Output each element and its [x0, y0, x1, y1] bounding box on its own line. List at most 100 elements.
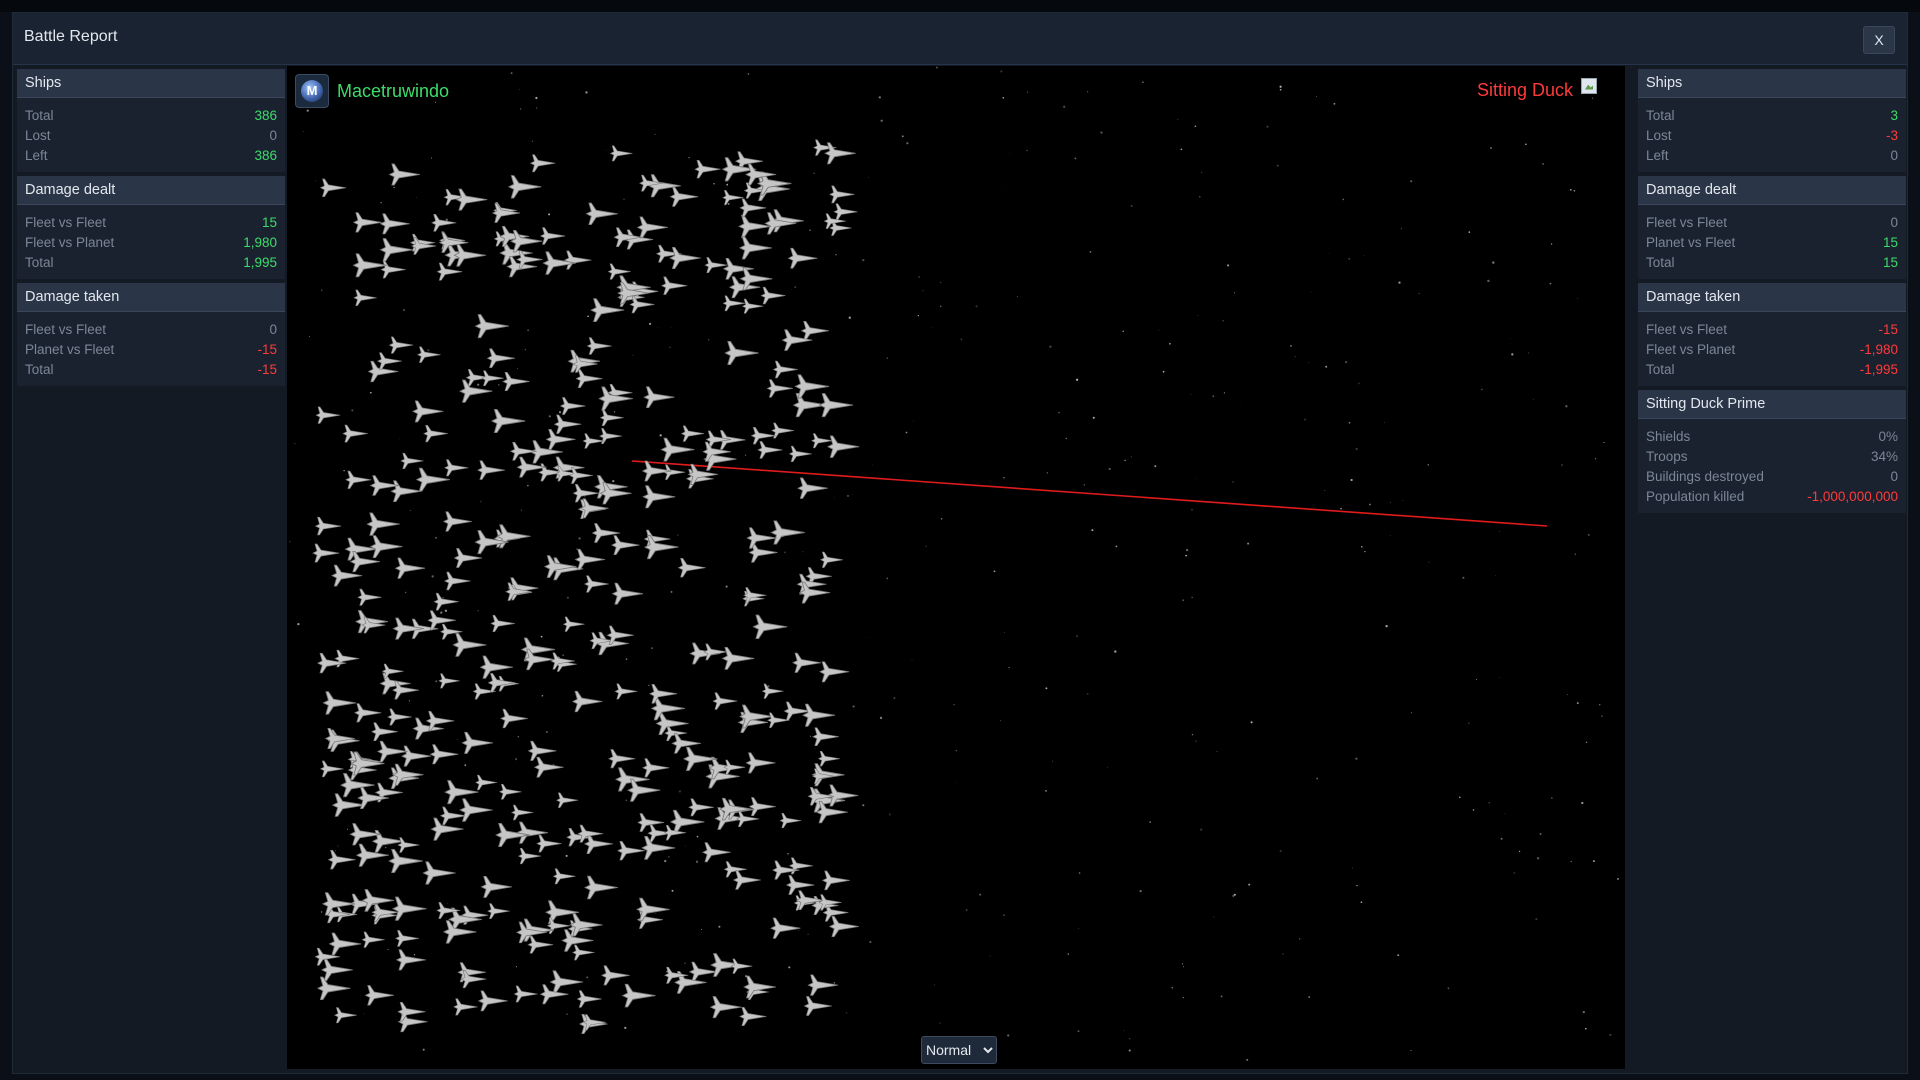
ship-icon [553, 868, 576, 885]
star [447, 902, 448, 904]
close-icon[interactable]: X [1874, 32, 1883, 48]
star [1154, 465, 1157, 468]
star [1248, 883, 1251, 886]
ship-icon [612, 582, 644, 605]
ship-icon [730, 958, 753, 974]
ship-icon [370, 535, 403, 559]
star [659, 434, 662, 437]
star [566, 596, 570, 599]
ship-icon [642, 758, 670, 778]
star [1002, 914, 1005, 917]
star [1063, 105, 1066, 108]
star [578, 537, 581, 540]
stat-value: 3 [1890, 108, 1898, 123]
star [1592, 860, 1595, 863]
stat-value: 15 [261, 215, 277, 230]
star [1348, 421, 1351, 424]
star [1570, 860, 1572, 863]
stat-row: Fleet vs Fleet 0 [25, 320, 277, 340]
ship-icon [669, 246, 702, 270]
star [1234, 292, 1236, 294]
star [531, 140, 533, 142]
star [369, 391, 372, 394]
star [623, 198, 625, 201]
star [1002, 187, 1003, 189]
star [797, 930, 799, 931]
ship-icon [380, 260, 407, 279]
star [1576, 298, 1578, 300]
star [1227, 264, 1230, 267]
ship-icon [770, 520, 806, 545]
ship-icon [430, 817, 464, 841]
ship-icon [678, 557, 706, 578]
star [347, 828, 348, 830]
star [320, 911, 323, 913]
star [880, 119, 883, 122]
stat-row: Total 15 [1646, 253, 1898, 273]
star [408, 700, 411, 702]
star [1532, 398, 1534, 400]
ship-icon [508, 175, 542, 199]
star [1290, 345, 1292, 347]
star [1000, 720, 1001, 722]
star [1369, 503, 1371, 506]
ship-icon [361, 931, 385, 948]
stat-label: Fleet vs Fleet [1646, 322, 1728, 337]
ship-icon [584, 875, 619, 900]
star [1177, 118, 1179, 120]
star [1525, 143, 1527, 146]
ship-icon [317, 976, 351, 1000]
stat-label: Total [1646, 255, 1675, 270]
star [1542, 163, 1544, 165]
star [906, 142, 909, 145]
star-field [288, 66, 1619, 1061]
ship-icon [320, 178, 347, 197]
ship-icon [380, 213, 411, 235]
close-button[interactable]: X [1863, 26, 1895, 54]
star [548, 213, 551, 216]
ship-icon [325, 728, 356, 749]
ship-icon [530, 154, 556, 173]
star [1410, 180, 1413, 183]
star [1351, 867, 1353, 869]
star [939, 1022, 941, 1024]
star [1447, 987, 1450, 990]
ship-icon [416, 467, 451, 492]
right-ships-panel: Ships Total 3 Lost -3 Left 0 [1638, 69, 1906, 172]
star [1195, 478, 1197, 480]
stat-value: -3 [1885, 128, 1898, 143]
star [1459, 796, 1461, 799]
stat-label: Total [1646, 362, 1675, 377]
ship-icon [651, 696, 686, 721]
ship-icon [453, 243, 487, 267]
ship-icon [321, 958, 354, 982]
ship-icon [315, 516, 342, 536]
stat-value: -1,000,000,000 [1807, 489, 1898, 504]
ship-icon [688, 798, 715, 817]
star [905, 431, 908, 434]
star [527, 329, 529, 331]
star [678, 790, 681, 793]
star [918, 276, 921, 278]
stat-row: Total 386 [25, 106, 277, 126]
stat-value: -1,980 [1859, 342, 1898, 357]
playback-speed-select[interactable]: Normal [921, 1036, 997, 1064]
star [1350, 478, 1353, 482]
star [1282, 953, 1284, 955]
stat-row: Fleet vs Planet -1,980 [1646, 340, 1898, 360]
star [1026, 149, 1028, 152]
stat-value: 1,995 [243, 255, 277, 270]
ship-icon [642, 485, 676, 509]
ship-icon [762, 683, 784, 699]
star [1089, 251, 1092, 253]
star [306, 109, 309, 112]
star [1472, 809, 1475, 811]
star [867, 176, 869, 178]
star [888, 813, 891, 816]
star [809, 735, 811, 737]
ship-icon [584, 575, 609, 593]
star [1495, 575, 1497, 577]
star [606, 150, 607, 151]
star [1582, 1010, 1585, 1014]
star [677, 534, 679, 536]
